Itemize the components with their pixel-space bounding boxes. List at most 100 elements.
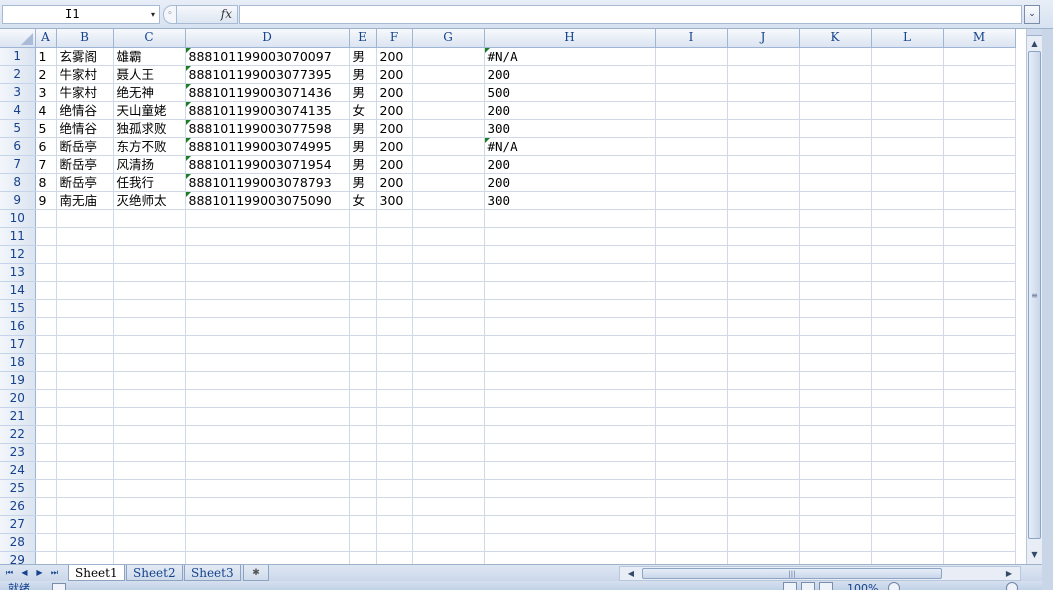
cell-g20[interactable] bbox=[412, 389, 485, 408]
column-header-k[interactable]: K bbox=[799, 29, 872, 48]
cell-l8[interactable] bbox=[871, 173, 944, 192]
cell-c18[interactable] bbox=[113, 353, 186, 372]
column-header-c[interactable]: C bbox=[113, 29, 186, 48]
cell-c10[interactable] bbox=[113, 209, 186, 228]
cell-d7[interactable]: 888101199003071954 bbox=[185, 155, 350, 174]
row-header[interactable]: 12 bbox=[0, 245, 36, 264]
cell-a12[interactable] bbox=[35, 245, 57, 264]
cell-e15[interactable] bbox=[349, 299, 377, 318]
cell-e25[interactable] bbox=[349, 479, 377, 498]
cell-j11[interactable] bbox=[727, 227, 800, 246]
cell-j23[interactable] bbox=[727, 443, 800, 462]
cell-m27[interactable] bbox=[943, 515, 1016, 534]
cell-b19[interactable] bbox=[56, 371, 114, 390]
page-layout-view-icon[interactable] bbox=[801, 582, 815, 590]
cell-c5[interactable]: 独孤求败 bbox=[113, 119, 186, 138]
cell-l20[interactable] bbox=[871, 389, 944, 408]
cell-d1[interactable]: 888101199003070097 bbox=[185, 47, 350, 66]
cell-e3[interactable]: 男 bbox=[349, 83, 377, 102]
column-header-m[interactable]: M bbox=[943, 29, 1016, 48]
cell-b15[interactable] bbox=[56, 299, 114, 318]
cell-b16[interactable] bbox=[56, 317, 114, 336]
cell-j9[interactable] bbox=[727, 191, 800, 210]
cell-m2[interactable] bbox=[943, 65, 1016, 84]
cell-e13[interactable] bbox=[349, 263, 377, 282]
cell-j6[interactable] bbox=[727, 137, 800, 156]
cell-k20[interactable] bbox=[799, 389, 872, 408]
cell-j29[interactable] bbox=[727, 551, 800, 564]
row-header[interactable]: 27 bbox=[0, 515, 36, 534]
cell-e6[interactable]: 男 bbox=[349, 137, 377, 156]
row-header[interactable]: 6 bbox=[0, 137, 36, 156]
cell-g15[interactable] bbox=[412, 299, 485, 318]
cell-h6[interactable]: #N/A bbox=[484, 137, 656, 156]
cell-c3[interactable]: 绝无神 bbox=[113, 83, 186, 102]
row-header[interactable]: 20 bbox=[0, 389, 36, 408]
name-box-dropdown-icon[interactable]: ▾ bbox=[146, 5, 160, 24]
cell-a15[interactable] bbox=[35, 299, 57, 318]
cell-b24[interactable] bbox=[56, 461, 114, 480]
cell-e11[interactable] bbox=[349, 227, 377, 246]
cell-b7[interactable]: 断岳亭 bbox=[56, 155, 114, 174]
row-header[interactable]: 17 bbox=[0, 335, 36, 354]
cell-a24[interactable] bbox=[35, 461, 57, 480]
cell-k27[interactable] bbox=[799, 515, 872, 534]
cell-g14[interactable] bbox=[412, 281, 485, 300]
cell-c25[interactable] bbox=[113, 479, 186, 498]
cell-i29[interactable] bbox=[655, 551, 728, 564]
cell-h1[interactable]: #N/A bbox=[484, 47, 656, 66]
cell-k5[interactable] bbox=[799, 119, 872, 138]
scroll-down-icon[interactable]: ▼ bbox=[1027, 547, 1042, 562]
cell-g1[interactable] bbox=[412, 47, 485, 66]
cell-f13[interactable] bbox=[376, 263, 413, 282]
cell-d11[interactable] bbox=[185, 227, 350, 246]
insert-sheet-icon[interactable]: ✱ bbox=[243, 565, 269, 581]
cell-j15[interactable] bbox=[727, 299, 800, 318]
cell-h28[interactable] bbox=[484, 533, 656, 552]
cell-f19[interactable] bbox=[376, 371, 413, 390]
cell-j26[interactable] bbox=[727, 497, 800, 516]
cell-i21[interactable] bbox=[655, 407, 728, 426]
cell-m17[interactable] bbox=[943, 335, 1016, 354]
cell-c12[interactable] bbox=[113, 245, 186, 264]
row-header[interactable]: 10 bbox=[0, 209, 36, 228]
cell-b12[interactable] bbox=[56, 245, 114, 264]
cell-d17[interactable] bbox=[185, 335, 350, 354]
cell-c20[interactable] bbox=[113, 389, 186, 408]
row-header[interactable]: 4 bbox=[0, 101, 36, 120]
cell-d29[interactable] bbox=[185, 551, 350, 564]
cell-e22[interactable] bbox=[349, 425, 377, 444]
cell-b20[interactable] bbox=[56, 389, 114, 408]
cell-e20[interactable] bbox=[349, 389, 377, 408]
cell-g21[interactable] bbox=[412, 407, 485, 426]
row-header[interactable]: 14 bbox=[0, 281, 36, 300]
cell-d24[interactable] bbox=[185, 461, 350, 480]
prev-sheet-icon[interactable]: ◀ bbox=[18, 566, 31, 580]
row-header[interactable]: 25 bbox=[0, 479, 36, 498]
cell-d9[interactable]: 888101199003075090 bbox=[185, 191, 350, 210]
cell-i13[interactable] bbox=[655, 263, 728, 282]
cell-g9[interactable] bbox=[412, 191, 485, 210]
cell-k28[interactable] bbox=[799, 533, 872, 552]
cell-b10[interactable] bbox=[56, 209, 114, 228]
cell-e12[interactable] bbox=[349, 245, 377, 264]
cell-h21[interactable] bbox=[484, 407, 656, 426]
cell-i4[interactable] bbox=[655, 101, 728, 120]
cell-a21[interactable] bbox=[35, 407, 57, 426]
cell-k21[interactable] bbox=[799, 407, 872, 426]
cell-f23[interactable] bbox=[376, 443, 413, 462]
cell-c21[interactable] bbox=[113, 407, 186, 426]
cell-f4[interactable]: 200 bbox=[376, 101, 413, 120]
cell-e16[interactable] bbox=[349, 317, 377, 336]
sheet-tab-3[interactable]: Sheet3 bbox=[184, 565, 241, 581]
cell-l22[interactable] bbox=[871, 425, 944, 444]
cell-h11[interactable] bbox=[484, 227, 656, 246]
cell-j10[interactable] bbox=[727, 209, 800, 228]
row-header[interactable]: 13 bbox=[0, 263, 36, 282]
cell-f3[interactable]: 200 bbox=[376, 83, 413, 102]
insert-function-button[interactable]: fx bbox=[176, 5, 238, 24]
cell-i1[interactable] bbox=[655, 47, 728, 66]
cell-l24[interactable] bbox=[871, 461, 944, 480]
cell-i10[interactable] bbox=[655, 209, 728, 228]
cell-i15[interactable] bbox=[655, 299, 728, 318]
